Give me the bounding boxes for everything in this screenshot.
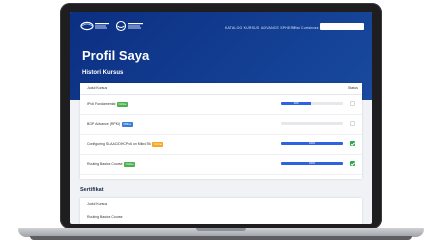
column-header-course: Judul Kursus bbox=[87, 202, 108, 206]
table-row[interactable]: IPv6 Fundamental Online 49% bbox=[80, 95, 362, 115]
table-row[interactable]: Configuring SLAAC/DHCPv6 on MikroTik Onli… bbox=[80, 135, 362, 155]
laptop-notch bbox=[196, 228, 246, 231]
progress-bar bbox=[281, 122, 343, 125]
nav-katalog-kursus[interactable]: KATALOG KURSUS bbox=[225, 26, 259, 30]
table-header: Judul Kursus Status bbox=[80, 83, 362, 95]
certificate-section-title: Sertifikat bbox=[80, 187, 104, 193]
progress-fill: 100% bbox=[281, 142, 343, 145]
course-type-badge: Offline bbox=[121, 122, 133, 127]
course-type-badge: Online bbox=[116, 102, 128, 107]
status-incomplete-icon bbox=[350, 101, 355, 106]
progress-fill: 100% bbox=[281, 162, 343, 165]
progress-fill: 49% bbox=[281, 102, 312, 105]
laptop-screen: KATALOG KURSUS ADVANCE SPHERE Hai Curtsb… bbox=[70, 12, 372, 224]
course-type-badge: Online bbox=[152, 142, 164, 147]
status-complete-icon bbox=[350, 161, 355, 166]
progress-bar: 100% bbox=[281, 142, 343, 145]
course-type-badge: Online bbox=[124, 162, 136, 167]
course-title[interactable]: IPv6 Fundamental bbox=[87, 102, 115, 106]
course-title[interactable]: Configuring SLAAC/DHCPv6 on MikroTik bbox=[87, 142, 151, 146]
course-title[interactable]: Routing Basics Course bbox=[87, 162, 123, 166]
search-input[interactable] bbox=[320, 23, 364, 30]
course-history-table: Judul Kursus Status IPv6 Fundamental Onli… bbox=[80, 83, 362, 179]
column-header-status: Status bbox=[348, 86, 358, 90]
progress-bar: 49% bbox=[281, 102, 343, 105]
course-title[interactable]: BGP Advance (RPKI) bbox=[87, 122, 120, 126]
column-header-course: Judul Kursus bbox=[87, 86, 108, 90]
course-cell: BGP Advance (RPKI) Offline bbox=[87, 122, 133, 127]
status-complete-icon bbox=[350, 141, 355, 146]
nav-advance-sphere[interactable]: ADVANCE SPHERE bbox=[261, 26, 296, 30]
progress-label: 49% bbox=[293, 102, 299, 105]
status-incomplete-icon bbox=[350, 121, 355, 126]
course-cell: Routing Basics Course Online bbox=[87, 162, 136, 167]
progress-label: 100% bbox=[308, 162, 316, 165]
table-row[interactable]: Routing Basics Course Online 100% bbox=[80, 155, 362, 175]
certificate-row[interactable]: Routing Basics Course bbox=[87, 215, 123, 219]
page-title: Profil Saya bbox=[82, 48, 150, 63]
user-menu[interactable]: Hai Curtsboss ▾ bbox=[294, 26, 322, 30]
laptop-base-shadow bbox=[30, 236, 412, 240]
history-section-title: Histori Kursus bbox=[82, 70, 124, 76]
progress-bar: 100% bbox=[281, 162, 343, 165]
certificate-table: Judul Kursus Routing Basics Course bbox=[80, 198, 362, 224]
organization-logo-icon bbox=[80, 21, 109, 31]
partner-logo-icon bbox=[115, 20, 143, 32]
table-row[interactable]: BGP Advance (RPKI) Offline bbox=[80, 115, 362, 135]
progress-label: 100% bbox=[308, 142, 316, 145]
course-cell: Configuring SLAAC/DHCPv6 on MikroTik Onli… bbox=[87, 142, 164, 147]
course-cell: IPv6 Fundamental Online bbox=[87, 102, 128, 107]
